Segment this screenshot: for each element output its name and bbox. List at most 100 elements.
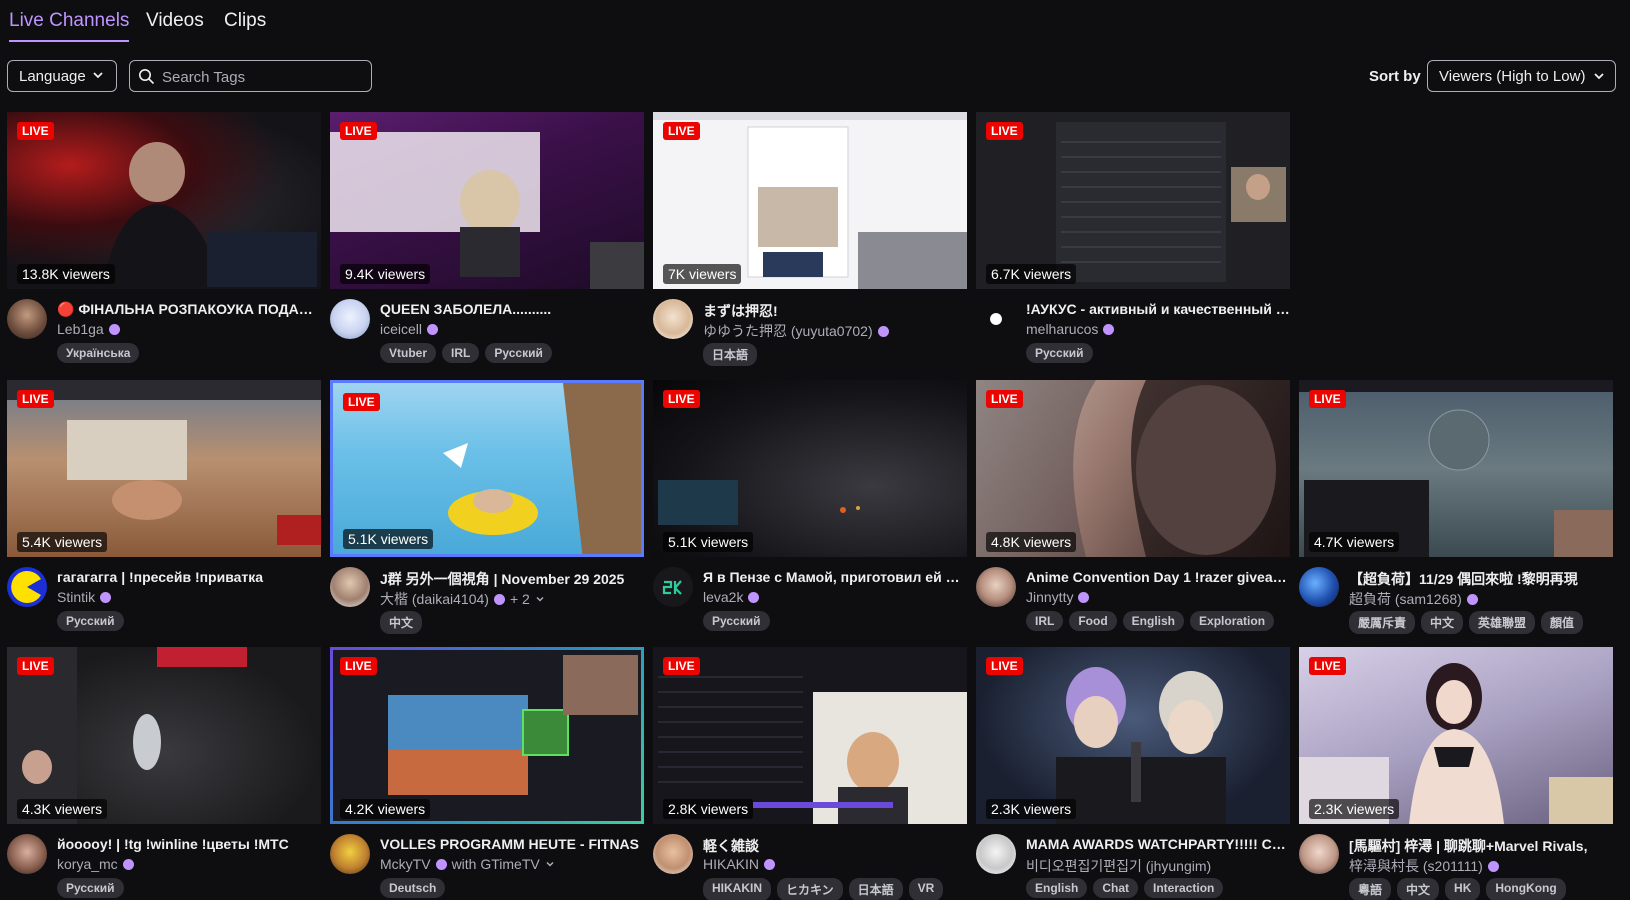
search-tags-input[interactable]: [162, 65, 362, 89]
channel-name[interactable]: 大楷 (daikai4104): [380, 589, 489, 609]
avatar[interactable]: [653, 834, 693, 874]
tag[interactable]: 中文: [380, 611, 423, 634]
avatar[interactable]: [7, 834, 47, 874]
tag[interactable]: 粵語: [1349, 878, 1392, 900]
avatar[interactable]: [653, 299, 693, 339]
tag[interactable]: English: [1026, 878, 1088, 898]
channel-name[interactable]: korya_mc: [57, 856, 118, 872]
co-streamer[interactable]: with GTimeTV: [452, 856, 540, 872]
channel-name[interactable]: iceicell: [380, 321, 422, 337]
stream-title[interactable]: J群 另外一個視角 | November 29 2025: [380, 569, 644, 589]
stream-thumbnail[interactable]: LIVE 6.7K viewers: [976, 112, 1290, 289]
avatar[interactable]: [1299, 567, 1339, 607]
language-dropdown[interactable]: Language: [7, 60, 117, 92]
avatar[interactable]: [976, 299, 1016, 339]
stream-title[interactable]: [馬驅村] 梓潯 | 聊跳聊+Marvel Rivals,: [1349, 836, 1613, 856]
avatar[interactable]: [7, 567, 47, 607]
tag[interactable]: IRL: [442, 343, 480, 363]
tag[interactable]: Deutsch: [380, 878, 446, 898]
tag[interactable]: Русский: [703, 611, 770, 631]
avatar[interactable]: [976, 567, 1016, 607]
tag[interactable]: 中文: [1397, 878, 1440, 900]
stream-title[interactable]: Я в Пензе с Мамой, приготовил ей сюрприз: [703, 569, 967, 585]
stream-thumbnail[interactable]: LIVE 4.2K viewers: [330, 647, 644, 824]
chevron-down-icon[interactable]: [535, 594, 545, 604]
tag[interactable]: 英雄聯盟: [1469, 611, 1536, 634]
stream-thumbnail[interactable]: LIVE 9.4K viewers: [330, 112, 644, 289]
channel-name[interactable]: 梓潯與村長 (s201111): [1349, 856, 1483, 876]
stream-title[interactable]: гагагагга | !пресейв !приватка: [57, 569, 321, 585]
tag[interactable]: HIKAKIN: [703, 878, 771, 900]
live-badge: LIVE: [17, 122, 54, 140]
channel-name[interactable]: leva2k: [703, 589, 743, 605]
tag[interactable]: Interaction: [1144, 878, 1224, 898]
tag[interactable]: Chat: [1093, 878, 1139, 898]
stream-title[interactable]: 軽く雑談: [703, 836, 967, 856]
stream-title[interactable]: йоооoy! | !tg !winline !цветы !МТС: [57, 836, 321, 852]
stream-thumbnail[interactable]: LIVE 5.1K viewers: [653, 380, 967, 557]
avatar[interactable]: [1299, 834, 1339, 874]
tag[interactable]: Русский: [1026, 343, 1093, 363]
channel-name[interactable]: melharucos: [1026, 321, 1098, 337]
tag[interactable]: Food: [1069, 611, 1117, 631]
tag[interactable]: 嚴厲斥責: [1349, 611, 1416, 634]
channel-name[interactable]: HIKAKIN: [703, 856, 759, 872]
stream-thumbnail[interactable]: LIVE 5.4K viewers: [7, 380, 321, 557]
stream-thumbnail[interactable]: LIVE 13.8K viewers: [7, 112, 321, 289]
stream-thumbnail[interactable]: LIVE 2.3K viewers: [1299, 647, 1613, 824]
stream-thumbnail[interactable]: LIVE 2.3K viewers: [976, 647, 1290, 824]
sort-dropdown[interactable]: Viewers (High to Low): [1427, 60, 1616, 92]
channel-name[interactable]: 超負荷 (sam1268): [1349, 589, 1462, 609]
tab-live-channels[interactable]: Live Channels: [9, 10, 130, 42]
chevron-down-icon[interactable]: [545, 859, 555, 869]
tag[interactable]: English: [1122, 611, 1185, 631]
tag[interactable]: Vtuber: [380, 343, 437, 363]
avatar[interactable]: [330, 567, 370, 607]
stream-thumbnail[interactable]: LIVE 4.3K viewers: [7, 647, 321, 824]
tag[interactable]: 日本語: [703, 343, 758, 366]
stream-thumbnail[interactable]: LIVE 5.1K viewers: [330, 380, 644, 557]
stream-thumbnail[interactable]: LIVE 7K viewers: [653, 112, 967, 289]
stream-title[interactable]: 【超負荷】11/29 偶回來啦 !黎明再現: [1349, 569, 1613, 589]
channel-name[interactable]: Stintik: [57, 589, 95, 605]
channel-name[interactable]: Jinnytty: [1026, 589, 1073, 605]
channel-name[interactable]: Leb1ga: [57, 321, 104, 337]
avatar[interactable]: [330, 834, 370, 874]
stream-title[interactable]: !АУКУС - активный и качественный стрим: [1026, 301, 1290, 317]
co-streamers-count[interactable]: + 2: [510, 591, 530, 607]
stream-thumbnail[interactable]: LIVE 4.8K viewers: [976, 380, 1290, 557]
avatar[interactable]: [976, 834, 1016, 874]
channel-name[interactable]: ゆゆうた押忍 (yuyuta0702): [703, 321, 873, 341]
channel-name[interactable]: 비디오편집기편집기 (jhyungim): [1026, 856, 1211, 876]
avatar[interactable]: [653, 567, 693, 607]
avatar[interactable]: [7, 299, 47, 339]
channel-info: Leb1ga: [57, 321, 321, 337]
channel-name[interactable]: MckyTV: [380, 856, 431, 872]
tab-videos[interactable]: Videos: [146, 10, 204, 40]
stream-title[interactable]: MAMA AWARDS WATCHPARTY!!!!! COME: [1026, 836, 1290, 852]
stream-thumbnail[interactable]: LIVE 4.7K viewers: [1299, 380, 1613, 557]
tag[interactable]: Русский: [57, 611, 124, 631]
tag[interactable]: Exploration: [1190, 611, 1275, 631]
tag[interactable]: HK: [1445, 878, 1481, 900]
tab-clips[interactable]: Clips: [224, 10, 266, 40]
tag[interactable]: IRL: [1026, 611, 1064, 631]
tag-list: Русский: [1026, 343, 1093, 363]
stream-title[interactable]: まずは押忍!: [703, 301, 967, 321]
stream-title[interactable]: Anime Convention Day 1 !razer giveaway: [1026, 569, 1290, 585]
tag[interactable]: Русский: [57, 878, 124, 898]
tag[interactable]: VR: [908, 878, 944, 900]
stream-title[interactable]: QUEEN ЗАБОЛЕЛА..........: [380, 301, 644, 317]
tag[interactable]: Русский: [485, 343, 552, 363]
stream-thumbnail[interactable]: LIVE 2.8K viewers: [653, 647, 967, 824]
tag[interactable]: ヒカキン: [777, 878, 843, 900]
stream-title[interactable]: 🔴 ФІНАЛЬНА РОЗПАКОУКА ПОДАРУНКІВ: [57, 301, 321, 318]
tag[interactable]: HongKong: [1486, 878, 1566, 900]
tag[interactable]: 日本語: [848, 878, 903, 900]
channel-info: Jinnytty: [1026, 589, 1290, 605]
tag[interactable]: 中文: [1421, 611, 1464, 634]
tag[interactable]: 顏值: [1541, 611, 1584, 634]
avatar[interactable]: [330, 299, 370, 339]
stream-title[interactable]: VOLLES PROGRAMM HEUTE - FITNAS: [380, 836, 644, 852]
tag[interactable]: Українська: [57, 343, 140, 363]
